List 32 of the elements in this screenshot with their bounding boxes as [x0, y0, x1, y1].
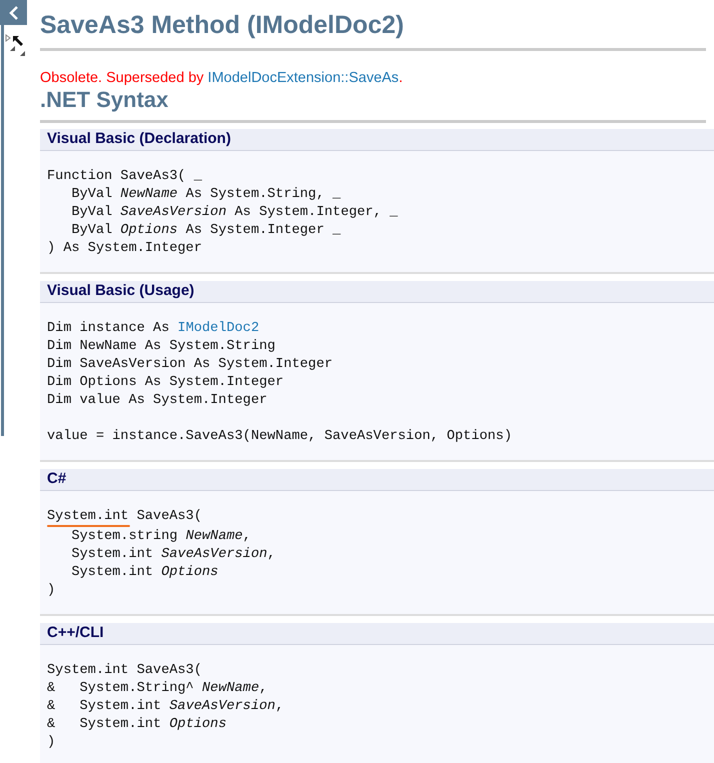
code-line: ) — [47, 734, 56, 752]
chevron-left-icon — [8, 4, 20, 20]
code-line: Dim NewName As System.String — [47, 338, 276, 356]
code-line: & System.String^ NewName, — [47, 680, 268, 698]
code-line: Dim value As System.Integer — [47, 392, 268, 410]
code-line: System.int SaveAs3( — [47, 508, 202, 524]
code-line: System.int SaveAs3( — [47, 662, 202, 680]
section-heading: .NET Syntax — [40, 87, 168, 113]
back-button[interactable] — [0, 0, 27, 25]
panel-title: Visual Basic (Declaration) — [47, 129, 231, 150]
code-line: Function SaveAs3( _ — [47, 168, 202, 186]
code-line: ByVal NewName As System.String, _ — [70, 186, 341, 204]
code-line: Dim Options As System.Integer — [47, 374, 284, 392]
code-line: ByVal SaveAsVersion As System.Integer, _ — [70, 204, 398, 222]
code-line: System.int SaveAsVersion, — [70, 546, 276, 564]
code-line: ) — [47, 582, 56, 600]
code-line: ByVal Options As System.Integer _ — [70, 222, 341, 240]
panel-title: C# — [47, 469, 66, 490]
page-title: SaveAs3 Method (IModelDoc2) — [40, 10, 404, 41]
code-line: ) As System.Integer — [47, 240, 202, 258]
type-link[interactable]: IModelDoc2 — [178, 321, 260, 336]
obsolete-notice: Obsolete. Superseded by IModelDocExtension::SaveAs. — [40, 69, 403, 87]
code-line: System.int Options — [70, 564, 218, 582]
code-line: Dim SaveAsVersion As System.Integer — [47, 356, 333, 374]
code-line: Dim instance As IModelDoc2 — [47, 320, 260, 338]
panel-title: C++/CLI — [47, 623, 104, 644]
panel-title: Visual Basic (Usage) — [47, 281, 194, 302]
code-line: & System.int Options — [47, 716, 226, 734]
replacement-link[interactable]: IModelDocExtension::SaveAs — [208, 70, 399, 86]
code-line: System.string NewName, — [70, 528, 251, 546]
code-line: value = instance.SaveAs3(NewName, SaveAsVersion, Options) — [47, 428, 512, 446]
code-line: & System.int SaveAsVersion, — [47, 698, 284, 716]
